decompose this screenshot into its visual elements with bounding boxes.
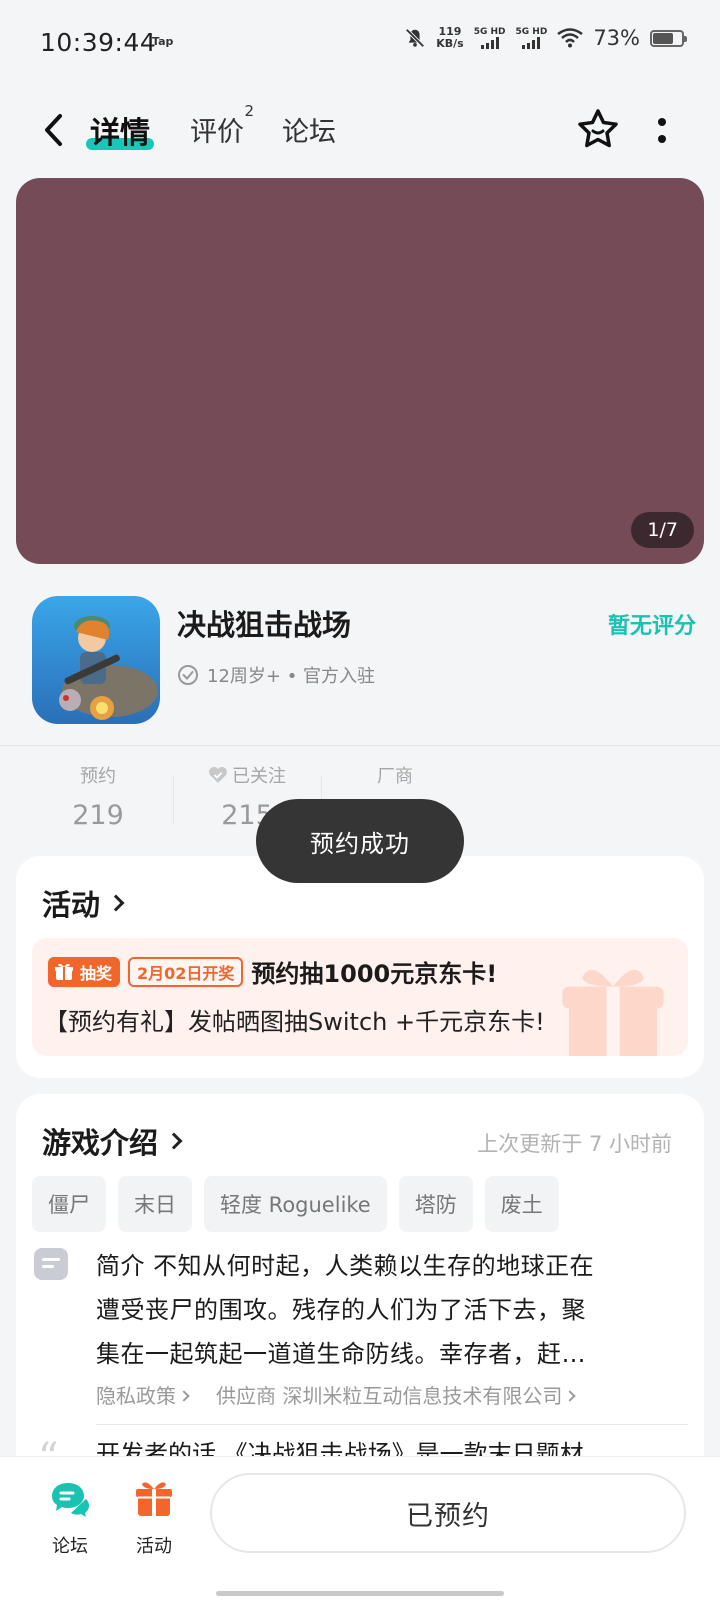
tag-chip[interactable]: 废土	[484, 1176, 559, 1232]
follow-star-button[interactable]	[575, 106, 621, 152]
back-button[interactable]	[36, 110, 70, 150]
tap-notification-icon: Tap	[152, 35, 174, 48]
tag-chip[interactable]: 轻度 Roguelike	[204, 1176, 387, 1232]
net-speed-unit: KB/s	[436, 37, 464, 50]
activity-card: 活动 抽奖 2月02日开奖 预约抽1000元京东卡! 【预约有礼】发帖晒图抽Sw…	[16, 856, 704, 1078]
bottom-activity-button[interactable]: 活动	[124, 1479, 184, 1558]
privacy-policy-link[interactable]: 隐私政策	[96, 1380, 190, 1409]
tab-review-label: 评价	[190, 117, 244, 148]
description-line: 简介 不知从何时起，人类赖以生存的地球正在	[96, 1252, 595, 1280]
game-description[interactable]: 简介 不知从何时起，人类赖以生存的地球正在 遭受丧尸的围攻。残存的人们为了活下去…	[96, 1244, 674, 1376]
tab-review[interactable]: 评价 2	[190, 102, 254, 149]
game-intro-card: 游戏介绍 上次更新于 7 小时前 僵尸 末日 轻度 Roguelike 塔防 废…	[16, 1094, 704, 1494]
gift-icon	[55, 963, 73, 980]
mute-bell-icon	[405, 28, 425, 48]
bottom-forum-label: 论坛	[52, 1536, 88, 1557]
battery-icon	[650, 29, 687, 47]
legal-links: 隐私政策 供应商 深圳米粒互动信息技术有限公司	[96, 1380, 577, 1409]
section-divider	[0, 745, 720, 746]
sim2-label: 5G HD	[515, 27, 548, 37]
game-rating: 暂无评分	[607, 614, 696, 639]
gift-decoration-icon	[562, 969, 664, 1056]
intro-header-label: 游戏介绍	[42, 1126, 159, 1160]
supplier-link[interactable]: 供应商 深圳米粒互动信息技术有限公司	[216, 1380, 577, 1409]
chevron-right-icon	[564, 1390, 577, 1402]
review-count-badge: 2	[244, 102, 254, 120]
wifi-icon	[557, 28, 584, 48]
reserved-button[interactable]: 已预约	[210, 1473, 686, 1553]
activity-title: 预约抽1000元京东卡!	[251, 960, 498, 988]
sim2-signal-icon: 5G HD	[515, 27, 548, 49]
tab-forum-label: 论坛	[282, 117, 336, 148]
description-icon	[34, 1248, 68, 1280]
game-icon[interactable]	[32, 596, 160, 724]
last-updated: 上次更新于 7 小时前	[477, 1132, 672, 1156]
supplier-label: 供应商 深圳米粒互动信息技术有限公司	[216, 1384, 563, 1408]
gift-box-icon	[136, 1482, 172, 1516]
stat-reservations: 预约 219	[23, 762, 173, 831]
verified-check-icon	[178, 665, 198, 685]
privacy-policy-label: 隐私政策	[96, 1384, 176, 1408]
banner-page-counter: 1/7	[631, 512, 694, 548]
sim1-label: 5G HD	[473, 27, 506, 37]
tab-detail-label: 详情	[90, 116, 150, 151]
description-line: 集在一起筑起一道道生命防线。幸存者，赶…	[96, 1340, 586, 1368]
game-meta: 12周岁+ • 官方入驻	[177, 662, 375, 688]
stat-vendor-label: 厂商	[377, 766, 413, 787]
chevron-right-icon	[107, 894, 125, 912]
tag-chip[interactable]: 塔防	[398, 1176, 473, 1232]
forum-chat-icon	[52, 1483, 89, 1517]
activity-header-label: 活动	[42, 888, 101, 922]
bottom-forum-button[interactable]: 论坛	[40, 1479, 100, 1558]
game-title: 决战狙击战场	[177, 608, 352, 642]
battery-percent: 73%	[593, 26, 640, 50]
chevron-right-icon	[178, 1390, 190, 1402]
tag-chip[interactable]: 僵尸	[32, 1176, 106, 1232]
age-rating-official: 12周岁+ • 官方入驻	[207, 666, 376, 687]
heart-check-icon	[209, 767, 227, 783]
bottom-action-bar: 论坛 活动 已预约	[0, 1456, 720, 1600]
home-indicator[interactable]	[216, 1591, 504, 1596]
net-speed: 119 KB/s	[436, 26, 463, 50]
star-icon	[578, 109, 618, 148]
sim1-signal-icon: 5G HD	[474, 27, 506, 49]
top-nav: 详情 评价 2 论坛	[0, 96, 720, 166]
stat-followers-label: 已关注	[232, 766, 286, 787]
status-time: 10:39:44	[40, 28, 157, 57]
tag-chip[interactable]: 末日	[118, 1176, 192, 1232]
status-bar: 10:39:44 Tap 119 KB/s 5G HD 5G HD 73%	[0, 0, 720, 90]
intro-divider	[96, 1424, 688, 1425]
stat-reservations-label: 预约	[80, 766, 116, 787]
media-banner[interactable]: 1/7	[16, 178, 704, 564]
back-icon	[45, 114, 62, 146]
activity-header[interactable]: 活动	[42, 882, 125, 924]
intro-header[interactable]: 游戏介绍	[42, 1120, 183, 1162]
lottery-badge: 抽奖	[48, 956, 121, 987]
toast-message: 预约成功	[256, 799, 464, 883]
activity-subtitle: 【预约有礼】发帖晒图抽Switch +千元京东卡!	[44, 1008, 545, 1036]
stat-reservations-value: 219	[72, 800, 124, 831]
tab-detail[interactable]: 详情	[86, 108, 154, 152]
draw-date-badge: 2月02日开奖	[128, 956, 244, 987]
bottom-activity-label: 活动	[136, 1536, 172, 1557]
game-artwork-icon	[32, 596, 160, 724]
activity-item[interactable]: 抽奖 2月02日开奖 预约抽1000元京东卡! 【预约有礼】发帖晒图抽Switc…	[32, 938, 688, 1056]
description-line: 遭受丧尸的围攻。残存的人们为了活下去，聚	[96, 1296, 586, 1324]
stat-vendor[interactable]: 厂商	[320, 762, 470, 800]
tag-list: 僵尸 末日 轻度 Roguelike 塔防 废土	[32, 1176, 559, 1232]
status-indicators: 119 KB/s 5G HD 5G HD 73%	[404, 26, 687, 50]
more-options-button[interactable]	[652, 114, 672, 146]
more-icon	[658, 117, 666, 126]
lottery-badge-label: 抽奖	[80, 963, 113, 983]
chevron-right-icon	[165, 1132, 183, 1150]
tab-forum[interactable]: 论坛	[282, 110, 336, 149]
